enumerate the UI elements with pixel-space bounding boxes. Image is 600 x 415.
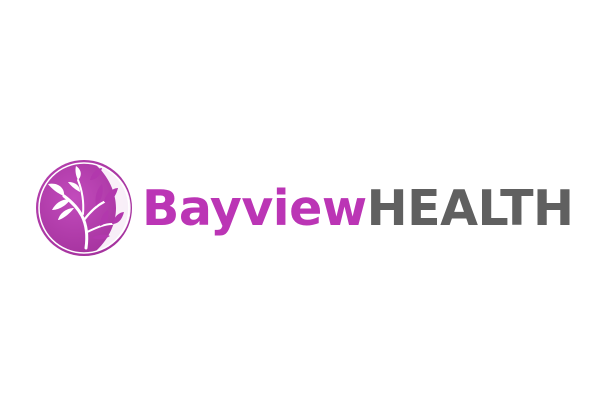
brand-name: Bayview HEALTH [142,184,574,233]
bayview-health-logo: Bayview HEALTH [34,156,574,260]
brand-name-health: HEALTH [366,179,574,237]
brand-name-bayview: Bayview [142,179,367,237]
tree-leaves-circle-icon [36,160,132,256]
page: Bayview HEALTH [0,0,600,415]
